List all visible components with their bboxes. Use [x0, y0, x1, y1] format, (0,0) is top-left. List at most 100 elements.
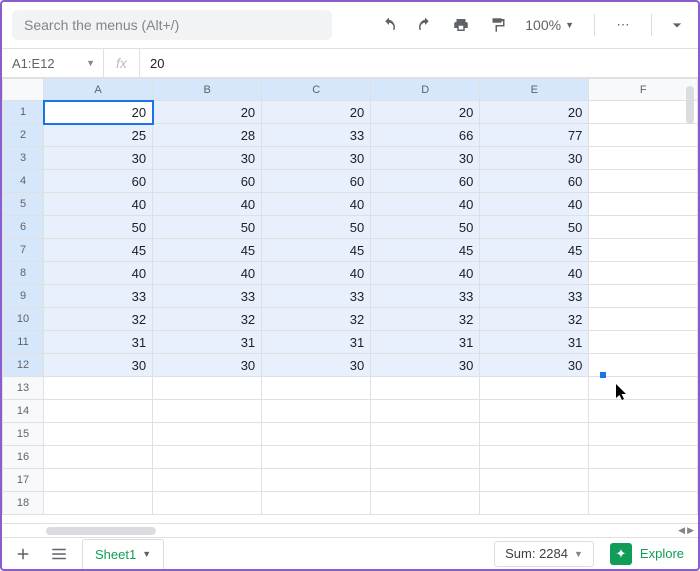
expand-toolbar-icon[interactable]: [666, 14, 688, 36]
cell-D1[interactable]: 20: [371, 101, 480, 124]
col-header-B[interactable]: B: [153, 79, 262, 101]
cell-C16[interactable]: [262, 446, 371, 469]
quick-sum-dropdown[interactable]: Sum: 2284▼: [494, 541, 594, 567]
redo-icon[interactable]: [411, 11, 439, 39]
cell-F1[interactable]: [589, 101, 698, 124]
cell-D6[interactable]: 50: [371, 216, 480, 239]
cell-F11[interactable]: [589, 331, 698, 354]
row-header-10[interactable]: 10: [3, 308, 44, 331]
row-header-16[interactable]: 16: [3, 446, 44, 469]
cell-B7[interactable]: 45: [153, 239, 262, 262]
more-icon[interactable]: ⋯: [609, 11, 637, 39]
cell-E5[interactable]: 40: [480, 193, 589, 216]
cell-A16[interactable]: [44, 446, 153, 469]
cell-D18[interactable]: [371, 492, 480, 515]
cell-D2[interactable]: 66: [371, 124, 480, 147]
cell-E17[interactable]: [480, 469, 589, 492]
cell-E13[interactable]: [480, 377, 589, 400]
cell-D5[interactable]: 40: [371, 193, 480, 216]
col-header-E[interactable]: E: [480, 79, 589, 101]
cell-C7[interactable]: 45: [262, 239, 371, 262]
cell-B5[interactable]: 40: [153, 193, 262, 216]
cell-D12[interactable]: 30: [371, 354, 480, 377]
cell-E1[interactable]: 20: [480, 101, 589, 124]
cell-C12[interactable]: 30: [262, 354, 371, 377]
cell-C5[interactable]: 40: [262, 193, 371, 216]
cell-D16[interactable]: [371, 446, 480, 469]
cell-F10[interactable]: [589, 308, 698, 331]
col-header-F[interactable]: F: [589, 79, 698, 101]
cell-A17[interactable]: [44, 469, 153, 492]
cell-B9[interactable]: 33: [153, 285, 262, 308]
cell-A14[interactable]: [44, 400, 153, 423]
cell-D11[interactable]: 31: [371, 331, 480, 354]
row-header-18[interactable]: 18: [3, 492, 44, 515]
cell-F14[interactable]: [589, 400, 698, 423]
cell-E7[interactable]: 45: [480, 239, 589, 262]
cell-A15[interactable]: [44, 423, 153, 446]
cell-A12[interactable]: 30: [44, 354, 153, 377]
paint-format-icon[interactable]: [483, 11, 511, 39]
search-menus-input[interactable]: Search the menus (Alt+/): [12, 10, 332, 40]
cell-A6[interactable]: 50: [44, 216, 153, 239]
cell-E8[interactable]: 40: [480, 262, 589, 285]
cell-B8[interactable]: 40: [153, 262, 262, 285]
row-header-13[interactable]: 13: [3, 377, 44, 400]
explore-button[interactable]: ✦ Explore: [604, 543, 690, 565]
cell-A13[interactable]: [44, 377, 153, 400]
cell-E4[interactable]: 60: [480, 170, 589, 193]
selection-handle[interactable]: [600, 372, 606, 378]
cell-B13[interactable]: [153, 377, 262, 400]
cell-C6[interactable]: 50: [262, 216, 371, 239]
cell-C3[interactable]: 30: [262, 147, 371, 170]
row-header-14[interactable]: 14: [3, 400, 44, 423]
row-header-7[interactable]: 7: [3, 239, 44, 262]
row-header-8[interactable]: 8: [3, 262, 44, 285]
cell-F17[interactable]: [589, 469, 698, 492]
cell-E6[interactable]: 50: [480, 216, 589, 239]
cell-C13[interactable]: [262, 377, 371, 400]
cell-B10[interactable]: 32: [153, 308, 262, 331]
cell-E15[interactable]: [480, 423, 589, 446]
col-header-D[interactable]: D: [371, 79, 480, 101]
cell-F13[interactable]: [589, 377, 698, 400]
cell-C4[interactable]: 60: [262, 170, 371, 193]
cell-D9[interactable]: 33: [371, 285, 480, 308]
formula-input[interactable]: 20: [140, 56, 698, 71]
cell-A7[interactable]: 45: [44, 239, 153, 262]
cell-F5[interactable]: [589, 193, 698, 216]
cell-F9[interactable]: [589, 285, 698, 308]
cell-C9[interactable]: 33: [262, 285, 371, 308]
cell-A8[interactable]: 40: [44, 262, 153, 285]
sheet-tab[interactable]: Sheet1▼: [82, 539, 164, 569]
cell-E10[interactable]: 32: [480, 308, 589, 331]
row-header-5[interactable]: 5: [3, 193, 44, 216]
row-header-1[interactable]: 1: [3, 101, 44, 124]
name-box[interactable]: A1:E12▼: [2, 49, 104, 77]
cell-C17[interactable]: [262, 469, 371, 492]
cell-D3[interactable]: 30: [371, 147, 480, 170]
cell-E16[interactable]: [480, 446, 589, 469]
cell-C18[interactable]: [262, 492, 371, 515]
print-icon[interactable]: [447, 11, 475, 39]
cell-B3[interactable]: 30: [153, 147, 262, 170]
row-header-15[interactable]: 15: [3, 423, 44, 446]
cell-C8[interactable]: 40: [262, 262, 371, 285]
row-header-6[interactable]: 6: [3, 216, 44, 239]
cell-B12[interactable]: 30: [153, 354, 262, 377]
cell-A3[interactable]: 30: [44, 147, 153, 170]
cell-C15[interactable]: [262, 423, 371, 446]
spreadsheet-grid[interactable]: ABCDEF1202020202022528336677330303030304…: [2, 78, 698, 523]
scroll-nav[interactable]: ◀▶: [678, 525, 694, 536]
cell-A4[interactable]: 60: [44, 170, 153, 193]
row-header-12[interactable]: 12: [3, 354, 44, 377]
cell-A18[interactable]: [44, 492, 153, 515]
cell-F15[interactable]: [589, 423, 698, 446]
corner-cell[interactable]: [3, 79, 44, 101]
cell-B17[interactable]: [153, 469, 262, 492]
cell-E12[interactable]: 30: [480, 354, 589, 377]
cell-E18[interactable]: [480, 492, 589, 515]
cell-B14[interactable]: [153, 400, 262, 423]
cell-B2[interactable]: 28: [153, 124, 262, 147]
row-header-11[interactable]: 11: [3, 331, 44, 354]
